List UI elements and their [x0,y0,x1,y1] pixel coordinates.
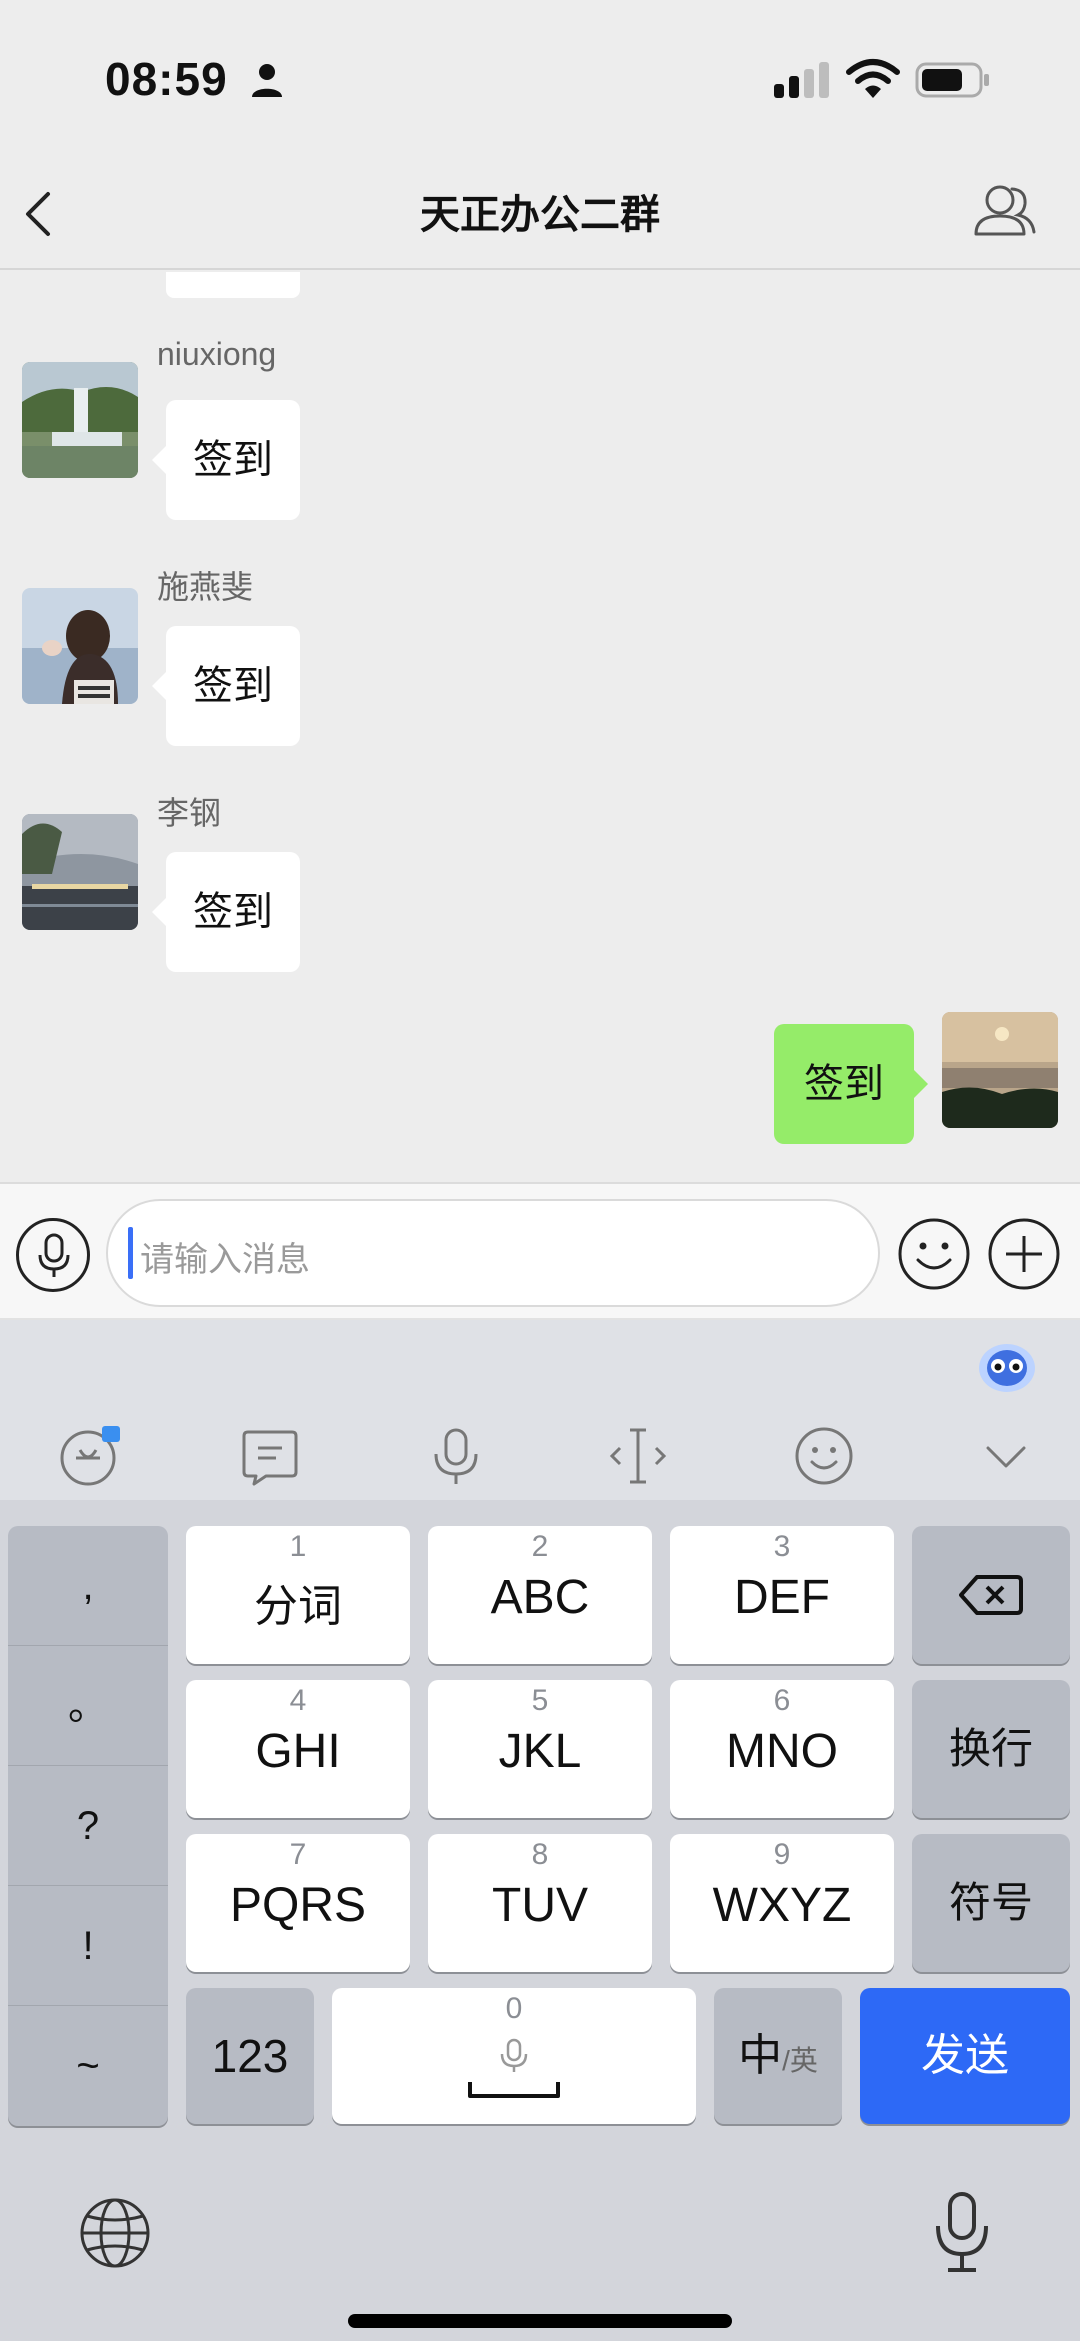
punct-key[interactable]: , [8,1526,168,1646]
signal-icon [774,62,829,98]
wifi-icon [846,59,900,98]
space-bar-icon [468,2082,560,2098]
collapse-keyboard-icon[interactable] [974,1424,1038,1488]
key-8[interactable]: 8 TUV [428,1834,652,1972]
punct-key[interactable]: ~ [8,2006,168,2126]
numbers-key[interactable]: 123 [186,1988,314,2124]
punctuation-list[interactable]: , 。 ? ! ~ [8,1526,168,2126]
key-4[interactable]: 4 GHI [186,1680,410,1818]
emoji-icon[interactable] [792,1424,856,1488]
message-bubble[interactable]: 签到 [152,400,300,520]
symbols-key[interactable]: 符号 [912,1834,1070,1972]
input-bar: 请输入消息 [0,1182,1080,1320]
send-key[interactable]: 发送 [860,1988,1070,2124]
mascot-icon[interactable] [976,1338,1038,1394]
punct-key[interactable]: 。 [8,1646,168,1766]
punct-key[interactable]: ! [8,1886,168,2006]
keyboard-toolbar [0,1320,1080,1500]
key-6[interactable]: 6 MNO [670,1680,894,1818]
punct-key[interactable]: ? [8,1766,168,1886]
backspace-key[interactable] [912,1526,1070,1664]
message-bubble[interactable] [166,272,300,298]
avatar[interactable] [22,814,138,930]
emoji-icon[interactable] [896,1216,972,1292]
sender-name: niuxiong [157,336,277,372]
key-2[interactable]: 2 ABC [428,1526,652,1664]
microphone-icon[interactable] [424,1424,488,1488]
cursor-move-icon[interactable] [606,1424,670,1488]
status-bar: 08:59 [0,0,1080,150]
ime-logo-icon[interactable] [56,1424,120,1488]
chat-header: 天正办公二群 [0,150,1080,270]
keyboard: , 。 ? ! ~ 1 分词 2 ABC 3 DEF 4 GHI 5 JKL 6… [0,1320,1080,2341]
key-3[interactable]: 3 DEF [670,1526,894,1664]
space-key[interactable]: 0 [332,1988,696,2124]
key-9[interactable]: 9 WXYZ [670,1834,894,1972]
message-bubble[interactable]: 签到 [152,626,300,746]
clipboard-icon[interactable] [238,1424,302,1488]
message-input[interactable]: 请输入消息 [106,1199,880,1307]
my-avatar[interactable] [942,1012,1058,1128]
globe-icon[interactable] [78,2196,152,2270]
input-placeholder: 请输入消息 [140,1241,310,1279]
microphone-icon [500,2038,528,2072]
chat-title: 天正办公二群 [420,193,660,237]
add-icon[interactable] [986,1216,1062,1292]
sender-name: 施燕斐 [157,569,254,605]
language-switch-key[interactable]: 中/英 [714,1988,842,2124]
person-icon [252,64,282,97]
home-indicator[interactable] [348,2314,732,2328]
key-5[interactable]: 5 JKL [428,1680,652,1818]
text-cursor [128,1227,133,1279]
chat-message-list[interactable]: niuxiong 签到 施燕斐 签到 李钢 签到 签到 [0,272,1080,1182]
key-7[interactable]: 7 PQRS [186,1834,410,1972]
status-time: 08:59 [105,53,228,105]
avatar[interactable] [22,362,138,478]
voice-input-button[interactable] [16,1218,90,1292]
sender-name: 李钢 [157,795,222,831]
message-bubble[interactable]: 签到 [152,852,300,972]
avatar[interactable] [22,588,138,704]
message-bubble-outgoing[interactable]: 签到 [774,1024,928,1144]
battery-icon [915,62,989,98]
microphone-icon[interactable] [932,2190,992,2276]
backspace-icon [959,1575,1023,1615]
newline-key[interactable]: 换行 [912,1680,1070,1818]
key-1[interactable]: 1 分词 [186,1526,410,1664]
members-icon[interactable] [970,180,1038,238]
microphone-icon [38,1233,70,1277]
